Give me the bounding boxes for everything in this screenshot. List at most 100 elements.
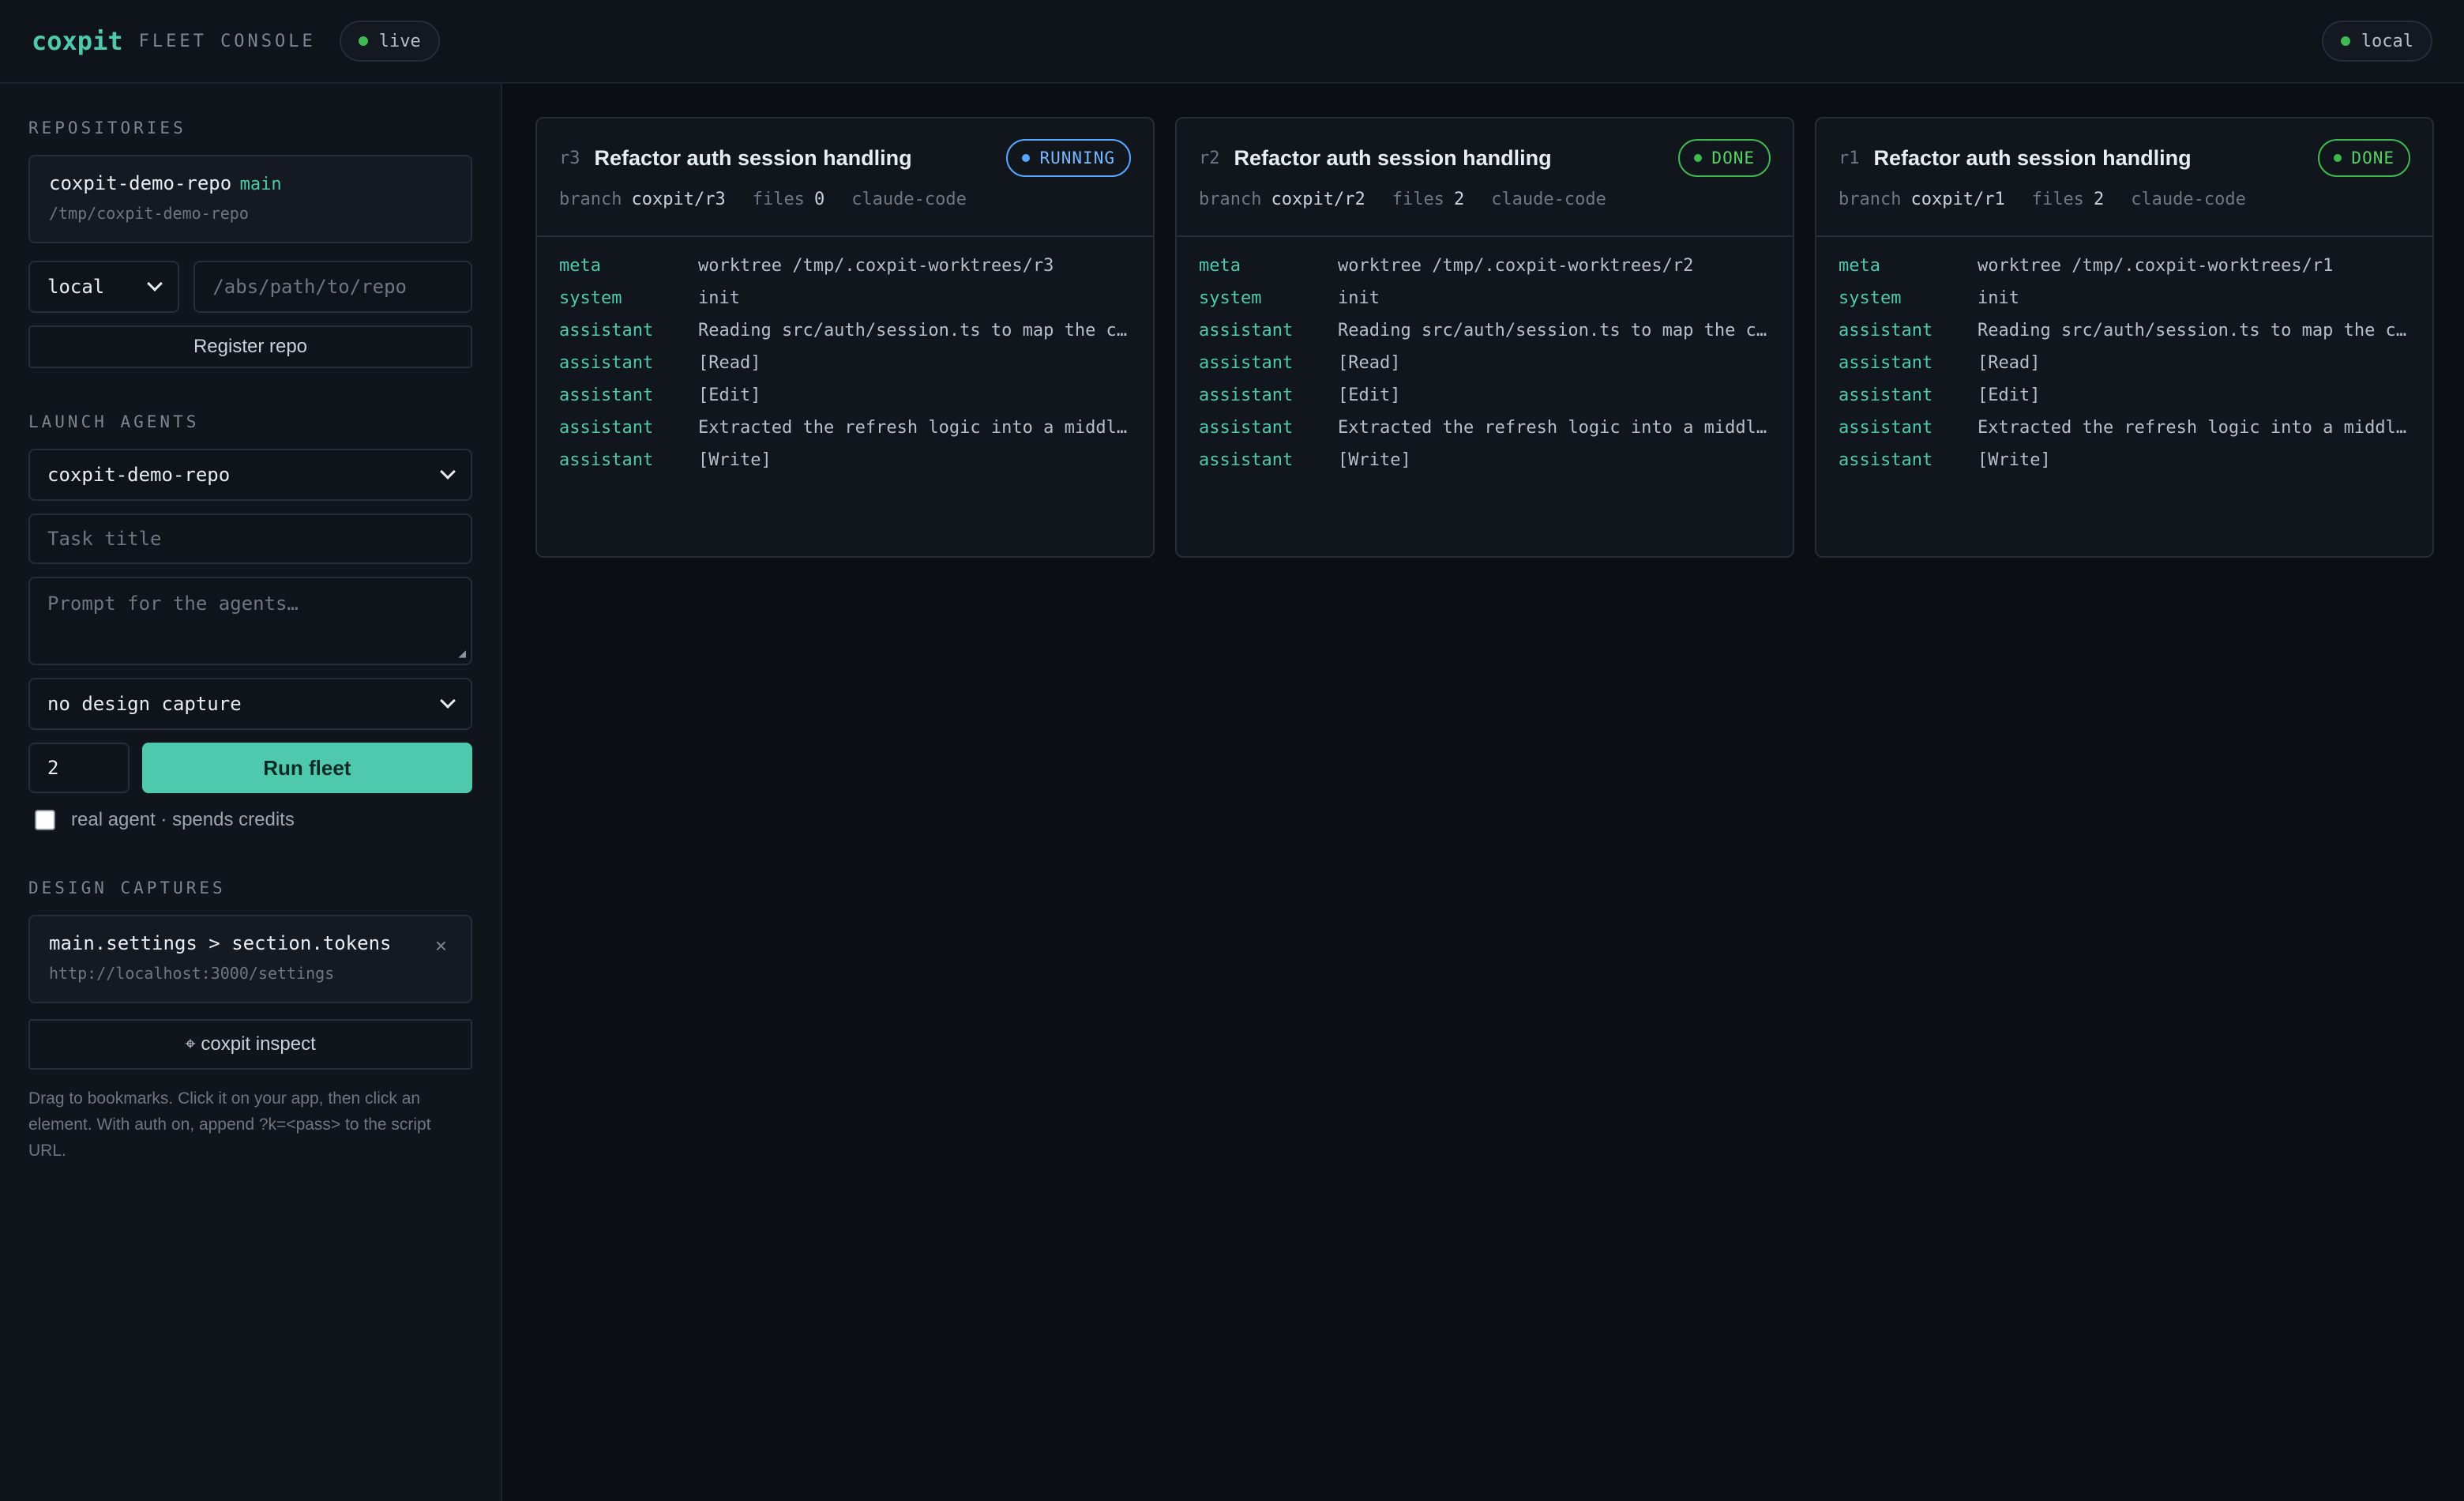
prompt-textarea[interactable]: Prompt for the agents… ◢ xyxy=(28,577,472,665)
capture-card[interactable]: main.settings > section.tokens http://lo… xyxy=(28,915,472,1003)
log-kind: assistant xyxy=(559,321,654,340)
agent-count-input[interactable]: 2 xyxy=(28,743,130,793)
run-card-header: r3 Refactor auth session handling RUNNING b… xyxy=(537,118,1153,237)
run-title[interactable]: Refactor auth session handling xyxy=(1874,146,2192,171)
branch-label: branch xyxy=(1839,190,1902,209)
repo-card[interactable]: coxpit-demo-repo main /tmp/coxpit-demo-r… xyxy=(28,155,472,243)
branch-label: branch xyxy=(559,190,622,209)
run-log[interactable]: meta worktree /tmp/.coxpit-worktrees/r3 sy… xyxy=(537,237,1153,476)
run-title[interactable]: Refactor auth session handling xyxy=(595,146,912,171)
log-text: [Read] xyxy=(1978,353,2041,373)
repo-path: /tmp/coxpit-demo-repo xyxy=(49,204,249,223)
resize-handle-icon[interactable]: ◢ xyxy=(458,645,466,660)
run-branch: coxpit/r1 xyxy=(1910,190,2005,209)
log-kind: assistant xyxy=(1199,418,1294,438)
status-dot-icon xyxy=(2340,36,2350,46)
design-capture-select[interactable]: no design capture xyxy=(28,678,472,730)
run-log[interactable]: meta worktree /tmp/.coxpit-worktrees/r2 sy… xyxy=(1177,237,1793,476)
log-kind: system xyxy=(559,288,622,308)
log-line: system init xyxy=(1839,282,2410,314)
log-kind: assistant xyxy=(559,353,654,373)
environment-label: local xyxy=(2361,31,2413,51)
log-kind: assistant xyxy=(559,450,654,470)
log-text: Reading src/auth/session.ts to map the c… xyxy=(1338,321,1771,340)
run-agent: claude-code xyxy=(851,190,967,209)
run-meta: branch coxpit/r3 files 0 claude-code xyxy=(559,190,1131,209)
run-meta: branch coxpit/r2 files 2 claude-code xyxy=(1199,190,1771,209)
runs-board: r3 Refactor auth session handling RUNNING b… xyxy=(504,84,2464,1501)
app-header: coxpit FLEET CONSOLE live local xyxy=(0,0,2464,84)
run-id: r2 xyxy=(1199,148,1220,168)
log-text: worktree /tmp/.coxpit-worktrees/r1 xyxy=(1978,256,2334,276)
log-line: assistant Extracted the refresh logic int… xyxy=(1839,412,2410,444)
design-capture-select-value: no design capture xyxy=(47,693,242,715)
log-line: assistant [Edit] xyxy=(1199,379,1771,412)
log-line: meta worktree /tmp/.coxpit-worktrees/r3 xyxy=(559,250,1131,282)
live-label: live xyxy=(378,31,421,51)
real-agent-checkbox[interactable] xyxy=(35,810,55,830)
repositories-title: REPOSITORIES xyxy=(28,118,186,137)
status-dot-icon xyxy=(1022,154,1031,162)
log-line: system init xyxy=(1199,282,1771,314)
log-text: Extracted the refresh logic into a middl… xyxy=(1978,418,2410,438)
repo-path-input[interactable]: /abs/path/to/repo xyxy=(193,261,472,313)
run-card-r1[interactable]: r1 Refactor auth session handling DONE bran… xyxy=(1815,117,2434,558)
run-log[interactable]: meta worktree /tmp/.coxpit-worktrees/r1 sy… xyxy=(1816,237,2432,476)
log-text: Reading src/auth/session.ts to map the c… xyxy=(1978,321,2410,340)
inspect-bookmarklet-button[interactable]: ⌖ coxpit inspect xyxy=(28,1019,472,1070)
log-kind: system xyxy=(1199,288,1262,308)
status-label: DONE xyxy=(2351,149,2395,167)
log-line: assistant [Read] xyxy=(1839,347,2410,379)
brand-subtitle: FLEET CONSOLE xyxy=(138,31,316,51)
run-branch: coxpit/r3 xyxy=(631,190,726,209)
run-card-r3[interactable]: r3 Refactor auth session handling RUNNING b… xyxy=(535,117,1155,558)
bookmarklet-hint: Drag to bookmarks. Click it on your app,… xyxy=(28,1089,431,1160)
chevron-down-icon xyxy=(440,693,456,709)
log-text: Extracted the refresh logic into a middl… xyxy=(698,418,1131,438)
log-kind: assistant xyxy=(1199,321,1294,340)
log-kind: assistant xyxy=(1839,321,1933,340)
log-kind: assistant xyxy=(1199,386,1294,405)
log-text: [Write] xyxy=(1338,450,1411,470)
location-select[interactable]: local xyxy=(28,261,180,313)
launch-repo-select[interactable]: coxpit-demo-repo xyxy=(28,449,472,501)
run-card-r2[interactable]: r2 Refactor auth session handling DONE bran… xyxy=(1175,117,1794,558)
real-agent-label: real agent · spends credits xyxy=(71,809,295,830)
log-line: assistant [Write] xyxy=(559,444,1131,476)
log-text: init xyxy=(698,288,740,308)
log-line: assistant Extracted the refresh logic int… xyxy=(1199,412,1771,444)
run-fleet-button[interactable]: Run fleet xyxy=(141,743,472,793)
log-kind: assistant xyxy=(1839,386,1933,405)
location-select-value: local xyxy=(47,276,105,298)
environment-pill[interactable]: local xyxy=(2321,21,2432,62)
log-text: [Read] xyxy=(1338,353,1401,373)
files-label: files xyxy=(1392,190,1444,209)
log-line: assistant Extracted the refresh logic int… xyxy=(559,412,1131,444)
log-line: assistant Reading src/auth/session.ts to … xyxy=(559,314,1131,347)
log-line: assistant [Edit] xyxy=(1839,379,2410,412)
log-kind: assistant xyxy=(1839,450,1933,470)
log-line: meta worktree /tmp/.coxpit-worktrees/r1 xyxy=(1839,250,2410,282)
log-line: meta worktree /tmp/.coxpit-worktrees/r2 xyxy=(1199,250,1771,282)
status-dot-icon xyxy=(1694,154,1703,162)
log-line: assistant Reading src/auth/session.ts to … xyxy=(1199,314,1771,347)
log-kind: assistant xyxy=(559,418,654,438)
log-kind: meta xyxy=(1839,256,1880,276)
run-title[interactable]: Refactor auth session handling xyxy=(1234,146,1552,171)
log-text: [Edit] xyxy=(1338,386,1401,405)
launch-agents-title: LAUNCH AGENTS xyxy=(28,412,200,431)
log-kind: assistant xyxy=(559,386,654,405)
log-line: assistant [Write] xyxy=(1199,444,1771,476)
close-icon[interactable]: × xyxy=(435,934,447,958)
log-kind: assistant xyxy=(1199,353,1294,373)
task-title-input[interactable]: Task title xyxy=(28,514,472,564)
log-kind: system xyxy=(1839,288,1902,308)
log-text: init xyxy=(1978,288,2019,308)
capture-url: http://localhost:3000/settings xyxy=(49,964,335,983)
brand-logo[interactable]: coxpit xyxy=(32,26,123,56)
status-badge: DONE xyxy=(2318,139,2410,177)
status-badge: DONE xyxy=(1678,139,1771,177)
log-kind: meta xyxy=(559,256,601,276)
register-repo-button[interactable]: Register repo xyxy=(28,325,472,368)
repo-name: coxpit-demo-repo xyxy=(49,172,232,194)
